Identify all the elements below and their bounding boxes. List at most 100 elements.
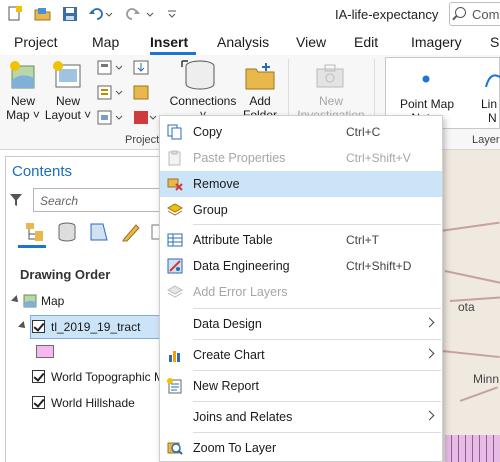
menu-item-joins-and-relates[interactable]: Joins and Relates <box>160 404 442 430</box>
undo-dropdown-icon[interactable] <box>104 5 114 23</box>
menu-item-label: Paste Properties <box>193 151 286 165</box>
contents-search-input[interactable]: Search <box>33 188 165 212</box>
attribute-table-icon <box>167 233 183 247</box>
open-project-icon[interactable] <box>34 5 52 23</box>
menu-item-label: Remove <box>193 177 240 191</box>
new-map-label-1: New <box>10 94 35 108</box>
menu-item-create-chart[interactable]: Create Chart <box>160 342 442 368</box>
layer-group-label: Layer <box>472 134 500 146</box>
menu-item-data-design[interactable]: Data Design <box>160 311 442 337</box>
point-map-note-icon <box>422 75 430 83</box>
map-item-label: Map <box>41 294 65 308</box>
chart-icon <box>169 351 180 362</box>
redo-icon[interactable] <box>123 5 141 23</box>
line-map-note-icon <box>485 74 500 88</box>
report-icon <box>167 378 182 394</box>
line-map-notes-label-1: Lin <box>481 97 498 111</box>
menu-item-shortcut: Ctrl+Shift+D <box>346 259 412 273</box>
menu-item-label: Zoom To Layer <box>193 441 277 455</box>
menu-item-add-error-layers[interactable]: Add Error Layers <box>160 279 442 305</box>
menu-item-shortcut: Ctrl+T <box>346 233 379 247</box>
list-by-editing-icon[interactable] <box>120 221 142 243</box>
menu-item-paste-properties[interactable]: Paste Properties Ctrl+Shift+V <box>160 145 442 171</box>
tab-share[interactable]: Sl <box>490 34 500 50</box>
menu-item-data-engineering[interactable]: Data Engineering Ctrl+Shift+D <box>160 253 442 279</box>
tab-analysis[interactable]: Analysis <box>217 34 269 50</box>
submenu-arrow-icon <box>424 317 435 328</box>
menu-item-label: Data Engineering <box>193 259 290 273</box>
menu-item-new-report[interactable]: New Report <box>160 373 442 399</box>
error-layers-icon <box>167 285 183 298</box>
map-boundary-line <box>444 270 500 284</box>
menu-separator <box>193 401 441 402</box>
redo-dropdown-icon[interactable] <box>145 5 155 23</box>
menu-item-label: Group <box>193 203 228 217</box>
menu-separator <box>193 370 441 371</box>
contents-header: Contents <box>6 157 166 181</box>
tab-project[interactable]: Project <box>14 34 58 50</box>
drawing-order-heading: Drawing Order <box>20 267 111 282</box>
point-map-notes-label-1: Point Map <box>399 97 455 111</box>
census-tract-polygons <box>445 435 500 462</box>
menu-item-copy[interactable]: Copy Ctrl+C <box>160 119 442 145</box>
active-view-indicator <box>18 245 46 248</box>
layer-item-world-topographic[interactable]: World Topographic M <box>6 367 166 389</box>
layer-visibility-checkbox[interactable] <box>32 320 45 333</box>
layer-visibility-checkbox[interactable] <box>32 396 45 409</box>
menu-item-label: Data Design <box>193 317 262 331</box>
menu-item-label: New Report <box>193 379 259 393</box>
layer-symbol-swatch[interactable] <box>36 345 54 358</box>
new-map-label-2: Map ˅ <box>6 108 40 122</box>
remove-icon <box>167 178 183 191</box>
map-place-label: ota <box>458 300 475 314</box>
app-title: IA-life-expectancy <box>335 7 439 22</box>
menu-item-attribute-table[interactable]: Attribute Table Ctrl+T <box>160 227 442 253</box>
new-investigation-label-1: New <box>318 94 343 108</box>
filter-icon[interactable] <box>10 194 22 206</box>
small-insert-buttons-icon[interactable] <box>96 59 126 131</box>
list-by-source-icon[interactable] <box>56 221 78 243</box>
menu-item-label: Copy <box>193 125 223 139</box>
list-by-drawing-order-icon[interactable] <box>24 221 46 243</box>
connections-icon <box>181 60 215 90</box>
menu-item-shortcut: Ctrl+C <box>346 125 381 139</box>
contents-title: Contents <box>12 163 73 180</box>
layer-visibility-checkbox[interactable] <box>32 370 45 383</box>
add-folder-icon <box>245 63 275 90</box>
tab-imagery[interactable]: Imagery <box>411 34 462 50</box>
new-layout-button[interactable]: New Layout ˅ <box>44 94 92 122</box>
layer-item-tract[interactable]: tl_2019_19_tract <box>6 317 166 339</box>
menu-item-label: Joins and Relates <box>193 410 293 424</box>
list-by-selection-icon[interactable] <box>88 221 110 243</box>
small-import-buttons-icon[interactable] <box>132 59 158 131</box>
new-map-icon <box>10 61 35 89</box>
map-tree-item[interactable]: Map <box>6 291 166 313</box>
layer-item-label: World Hillshade <box>51 396 135 410</box>
collapse-icon[interactable] <box>18 321 28 331</box>
layer-context-menu: Copy Ctrl+C Paste Properties Ctrl+Shift+… <box>159 115 443 462</box>
line-map-notes-button[interactable]: Lin N <box>481 97 500 125</box>
new-project-icon[interactable] <box>6 5 24 23</box>
map-road-line <box>459 386 498 402</box>
command-search-input[interactable]: Com <box>449 2 500 26</box>
tab-edit[interactable]: Edit <box>354 34 378 50</box>
new-layout-icon <box>53 61 81 88</box>
menu-separator <box>193 308 441 309</box>
contents-view-tools <box>6 219 166 247</box>
collapse-icon[interactable] <box>11 295 21 305</box>
menu-item-label: Add Error Layers <box>193 285 288 299</box>
new-investigation-icon <box>316 64 344 88</box>
paste-properties-icon <box>168 150 181 166</box>
tab-view[interactable]: View <box>296 34 326 50</box>
map-road-line <box>441 350 500 358</box>
menu-item-zoom-to-layer[interactable]: Zoom To Layer <box>160 435 442 461</box>
tab-insert[interactable]: Insert <box>150 34 188 50</box>
group-icon <box>167 203 183 216</box>
layer-item-world-hillshade[interactable]: World Hillshade <box>6 393 166 415</box>
save-project-icon[interactable] <box>61 5 79 23</box>
new-map-button[interactable]: New Map ˅ <box>6 94 40 122</box>
menu-item-remove[interactable]: Remove <box>160 171 442 197</box>
menu-item-group[interactable]: Group <box>160 197 442 223</box>
tab-map[interactable]: Map <box>92 34 119 50</box>
customize-toolbar-icon[interactable] <box>166 5 178 23</box>
